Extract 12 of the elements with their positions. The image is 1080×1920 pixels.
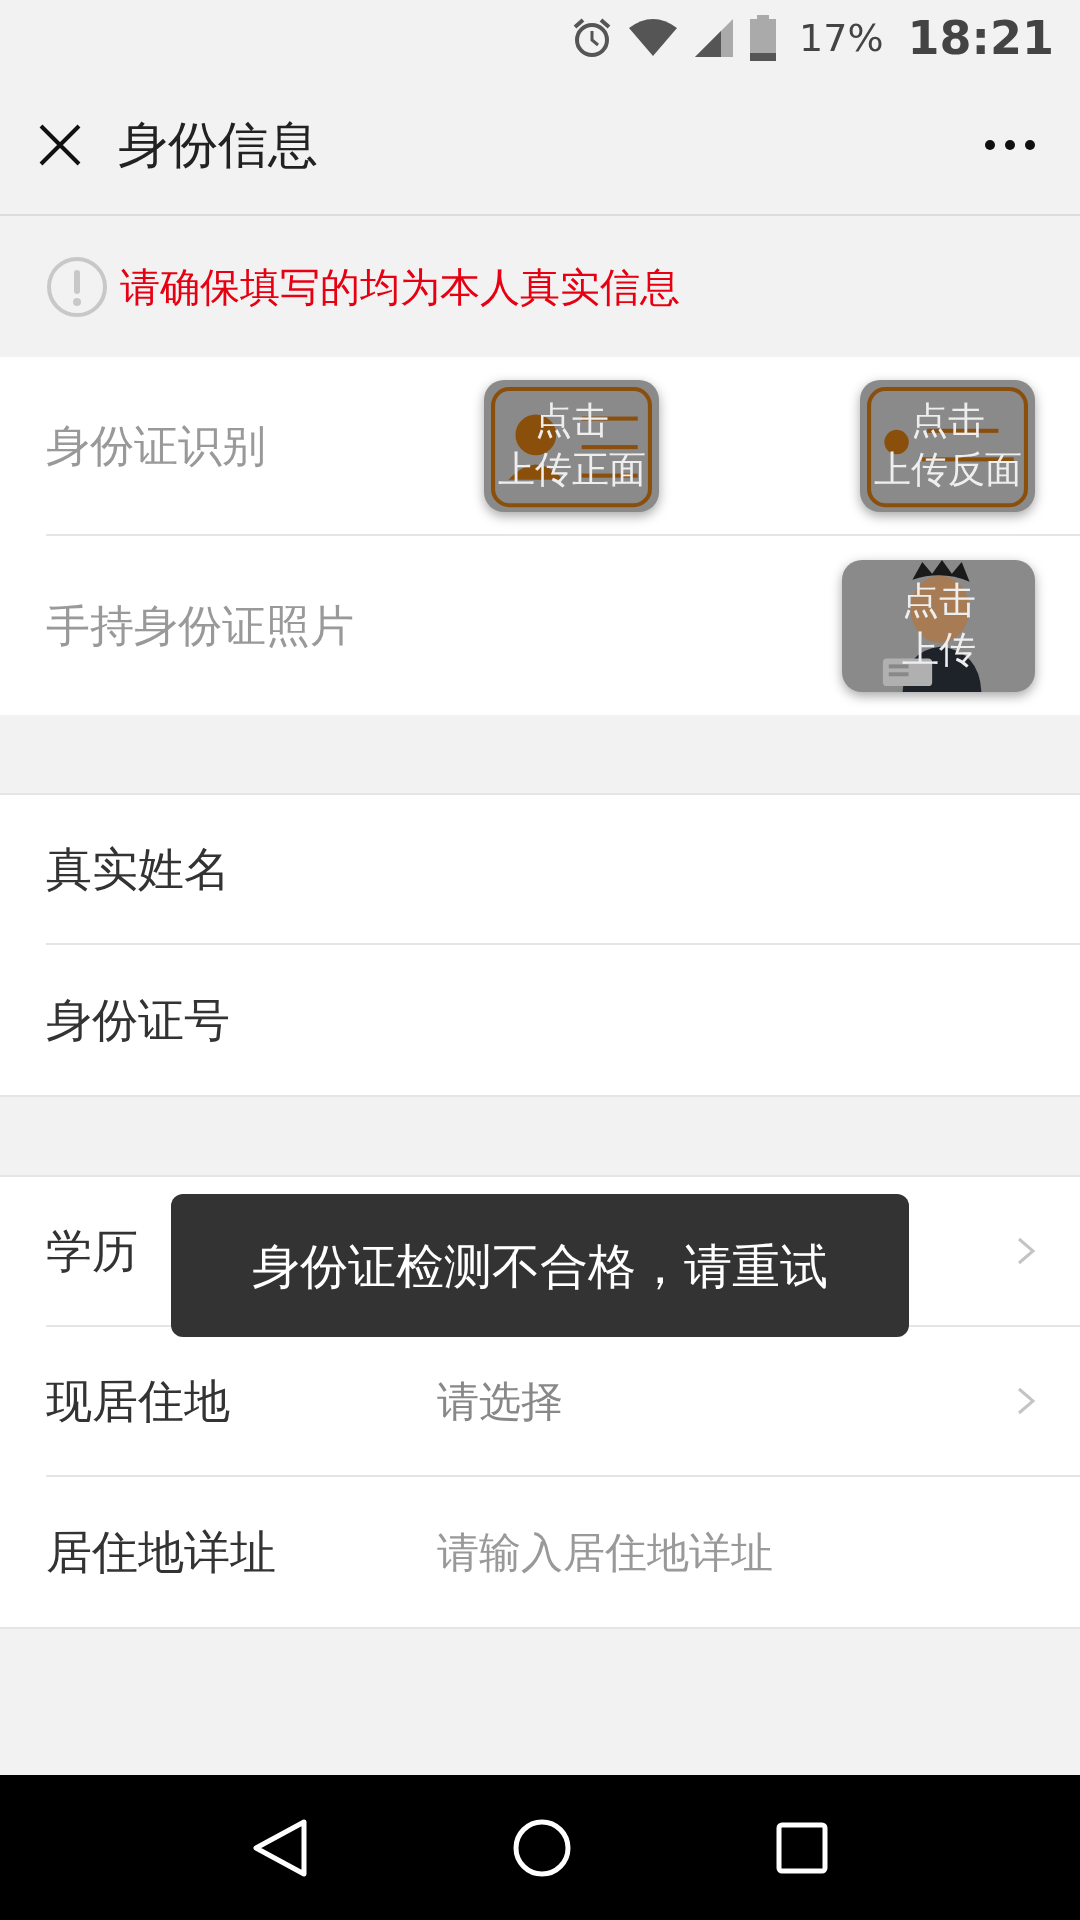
notice-text: 请确保填写的均为本人真实信息 [120,262,680,312]
upload-label: 身份证识别 [46,418,267,473]
field-label: 身份证号 [46,992,230,1047]
field-label: 现居住地 [46,1373,230,1428]
upload-label: 手持身份证照片 [46,598,355,653]
clock-time: 18:21 [907,9,1054,67]
error-toast: 身份证检测不合格，请重试 [171,1194,909,1337]
field-label: 真实姓名 [46,841,230,896]
page-title: 身份信息 [118,114,319,176]
field-label: 学历 [46,1223,138,1278]
battery-percent: 17% [799,14,884,62]
field-label: 居住地详址 [46,1524,276,1579]
